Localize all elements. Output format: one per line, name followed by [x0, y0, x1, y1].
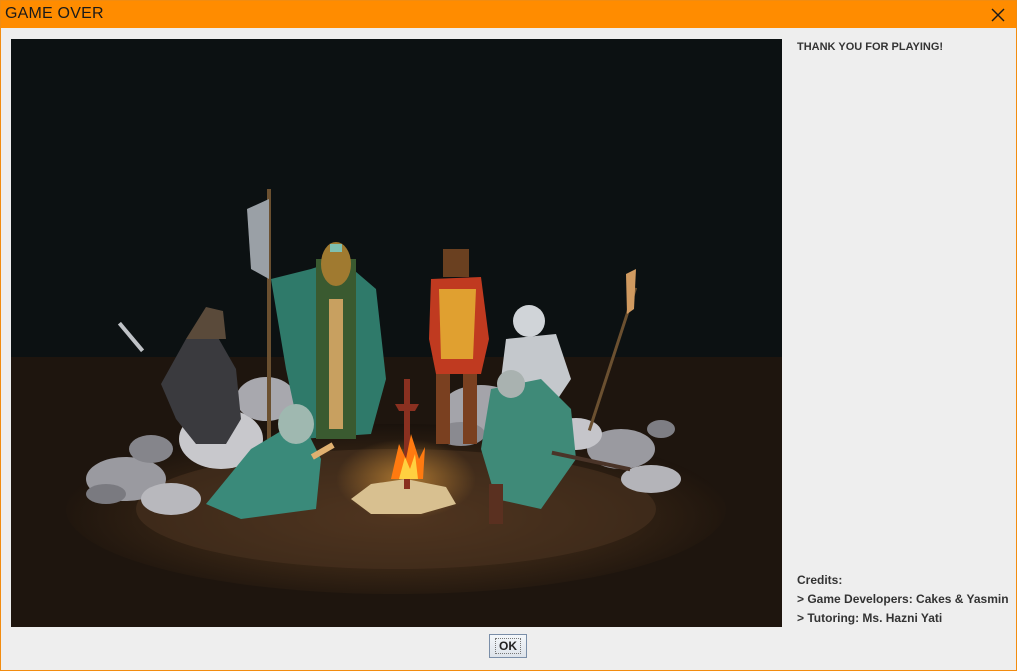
- ok-button[interactable]: OK: [489, 634, 527, 658]
- credits-block: Credits: > Game Developers: Cakes & Yasm…: [797, 571, 1009, 628]
- credits-heading: Credits:: [797, 573, 843, 587]
- bonfire-illustration: [11, 39, 782, 627]
- window-title: GAME OVER: [5, 5, 104, 22]
- thank-you-message: THANK YOU FOR PLAYING!: [797, 41, 944, 53]
- credits-tutoring: > Tutoring: Ms. Hazni Yati: [797, 611, 943, 625]
- game-over-dialog: GAME OVER THANK YOU FOR PLAYING! Credits…: [0, 0, 1017, 671]
- ok-button-label: OK: [495, 638, 521, 654]
- dialog-content: THANK YOU FOR PLAYING! Credits: > Game D…: [1, 29, 1016, 670]
- title-bar[interactable]: GAME OVER: [1, 1, 1016, 28]
- credits-developers: > Game Developers: Cakes & Yasmin: [797, 592, 1009, 606]
- close-button[interactable]: [980, 1, 1016, 28]
- close-icon: [991, 8, 1005, 21]
